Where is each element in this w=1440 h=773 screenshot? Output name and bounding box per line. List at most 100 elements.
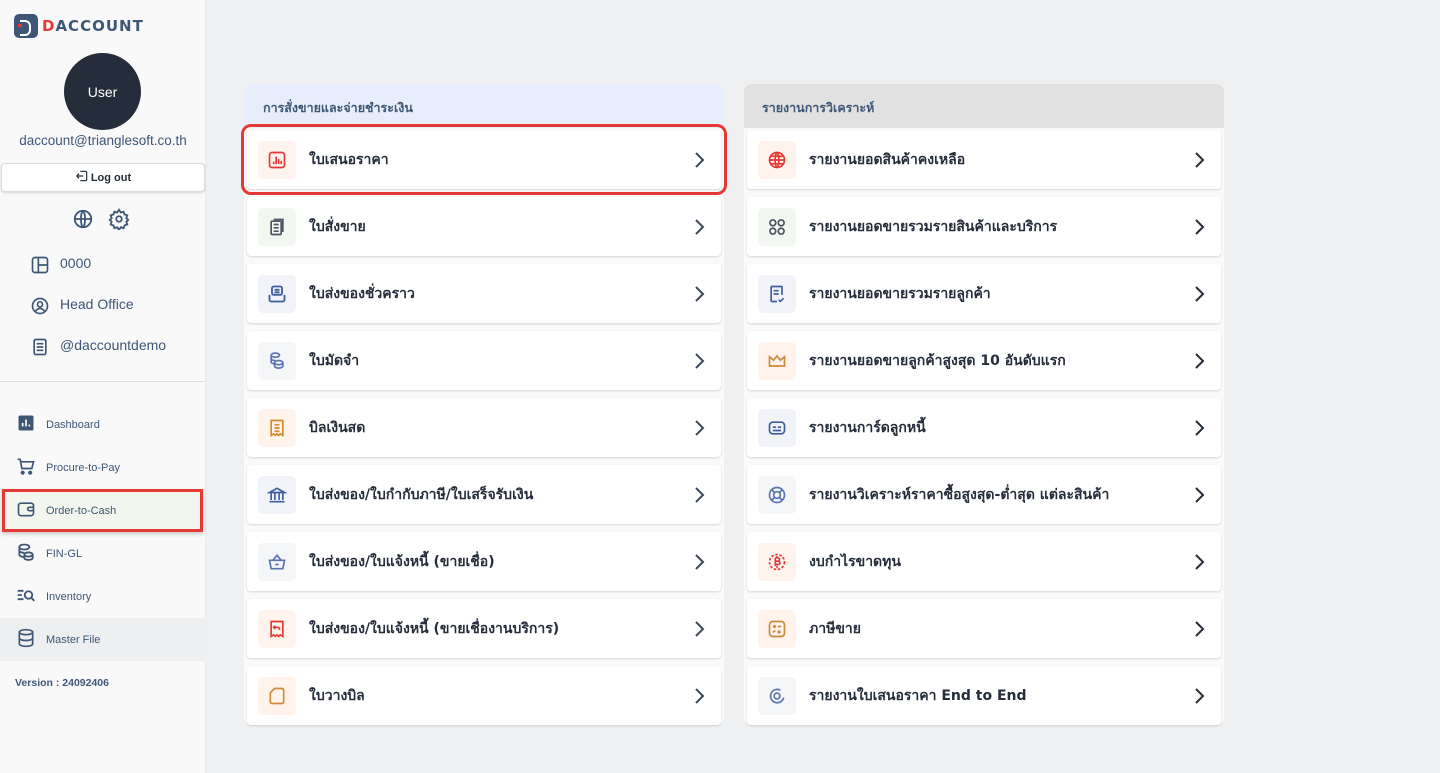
panel-title: การสั่งขายและจ่ายชำระเงิน — [244, 84, 724, 128]
sidebar: DACCOUNT User daccount@trianglesoft.co.t… — [0, 0, 206, 773]
card-label: ใบเสนอราคา — [309, 151, 389, 168]
inbox-icon — [258, 274, 296, 313]
card-label: ภาษีขาย — [809, 620, 861, 637]
documents-icon — [258, 207, 296, 246]
chevron-right-icon — [695, 486, 705, 503]
layout-icon — [30, 255, 50, 278]
globe-icon — [758, 140, 796, 179]
menu-card-service-credit-invoice[interactable]: ใบส่งของ/ใบแจ้งหนี้ (ขายเชื่องานบริการ) — [247, 599, 721, 658]
logo-text: DACCOUNT — [42, 17, 144, 35]
menu-card-billing-note[interactable]: ใบวางบิล — [247, 666, 721, 725]
company-code[interactable]: 0000 — [30, 255, 166, 296]
card-label: รายงานใบเสนอราคา End to End — [809, 687, 1027, 704]
nav-item-order-to-cash[interactable]: Order-to-Cash — [2, 489, 203, 532]
logo[interactable]: DACCOUNT — [14, 14, 144, 38]
card-label: รายงานยอดขายลูกค้าสูงสุด 10 อันดับแรก — [809, 352, 1066, 369]
chevron-right-icon — [1195, 620, 1205, 637]
version-label: Version : 24092406 — [15, 677, 109, 689]
chevron-right-icon — [695, 352, 705, 369]
cart-icon — [16, 456, 36, 479]
document-icon — [30, 337, 50, 360]
sales-panel: การสั่งขายและจ่ายชำระเงิน ใบเสนอราคา ใบส… — [241, 84, 727, 733]
calculator-icon — [758, 609, 796, 648]
menu-card-quotation-e2e-report[interactable]: รายงานใบเสนอราคา End to End — [747, 666, 1221, 725]
menu-card-tax-invoice-receipt[interactable]: ใบส่งของ/ใบกำกับภาษี/ใบเสร็จรับเงิน — [247, 465, 721, 524]
menu-card-sales-order[interactable]: ใบสั่งขาย — [247, 197, 721, 256]
card-outline-icon — [258, 676, 296, 715]
chevron-right-icon — [1195, 687, 1205, 704]
chevron-right-icon — [695, 151, 705, 168]
chevron-right-icon — [695, 687, 705, 704]
basket-icon — [258, 542, 296, 581]
card-label: งบกำไรขาดทุน — [809, 553, 901, 570]
lifebuoy-icon — [758, 475, 796, 514]
logo-mark-icon — [14, 14, 38, 38]
chevron-right-icon — [695, 620, 705, 637]
settings-gear-icon[interactable] — [108, 208, 130, 230]
panel-title: รายงานการวิเคราะห์ — [744, 84, 1224, 128]
nav-item-fin-gl[interactable]: FIN-GL — [0, 532, 206, 575]
user-email: daccount@trianglesoft.co.th — [19, 133, 187, 148]
card-label: รายงานยอดขายรวมรายสินค้าและบริการ — [809, 218, 1058, 235]
chevron-right-icon — [1195, 218, 1205, 235]
card-label: รายงานวิเคราะห์ราคาซื้อสูงสุด-ต่ำสุด แต่… — [809, 486, 1110, 503]
wallet-icon — [16, 499, 36, 522]
menu-card-deposit[interactable]: ใบมัดจำ — [247, 331, 721, 390]
grid-circles-icon — [758, 207, 796, 246]
sidebar-divider — [0, 381, 206, 382]
chevron-right-icon — [695, 285, 705, 302]
card-label: ใบส่งของ/ใบกำกับภาษี/ใบเสร็จรับเงิน — [309, 486, 534, 503]
card-label: รายงานการ์ดลูกหนี้ — [809, 419, 926, 436]
card-icon — [758, 408, 796, 447]
menu-card-debtor-card-report[interactable]: รายงานการ์ดลูกหนี้ — [747, 398, 1221, 457]
branch[interactable]: Head Office — [30, 296, 166, 337]
card-label: รายงานยอดสินค้าคงเหลือ — [809, 151, 966, 168]
coins-icon — [258, 341, 296, 380]
card-label: บิลเงินสด — [309, 419, 366, 436]
menu-card-temp-delivery[interactable]: ใบส่งของชั่วคราว — [247, 264, 721, 323]
menu-card-cash-bill[interactable]: บิลเงินสด — [247, 398, 721, 457]
reports-panel: รายงานการวิเคราะห์ รายงานยอดสินค้าคงเหลื… — [744, 84, 1224, 733]
chevron-right-icon — [695, 419, 705, 436]
menu-card-inventory-balance-report[interactable]: รายงานยอดสินค้าคงเหลือ — [747, 130, 1221, 189]
chevron-right-icon — [1195, 486, 1205, 503]
menu-card-sales-by-customer-report[interactable]: รายงานยอดขายรวมรายลูกค้า — [747, 264, 1221, 323]
card-label: ใบส่งของ/ใบแจ้งหนี้ (ขายเชื่อ) — [309, 553, 495, 570]
bitcoin-icon — [758, 542, 796, 581]
nav-item-master-file[interactable]: Master File — [0, 618, 206, 661]
chevron-right-icon — [1195, 553, 1205, 570]
chevron-right-icon — [1195, 285, 1205, 302]
user-circle-icon — [30, 296, 50, 319]
chevron-right-icon — [1195, 419, 1205, 436]
logout-icon — [75, 169, 89, 186]
chevron-right-icon — [1195, 352, 1205, 369]
logout-button[interactable]: Log out — [1, 163, 205, 192]
nav-item-procure-to-pay[interactable]: Procure-to-Pay — [0, 446, 206, 489]
menu-card-quotation[interactable]: ใบเสนอราคา — [241, 124, 727, 195]
chart-bar-icon — [16, 413, 36, 436]
card-label: ใบมัดจำ — [309, 352, 360, 369]
card-label: ใบวางบิล — [309, 687, 365, 704]
coins-icon — [16, 542, 36, 565]
menu-card-credit-invoice[interactable]: ใบส่งของ/ใบแจ้งหนี้ (ขายเชื่อ) — [247, 532, 721, 591]
globe-icon[interactable] — [72, 208, 94, 230]
chart-report-icon — [258, 140, 296, 179]
bank-icon — [258, 475, 296, 514]
card-label: ใบส่งของชั่วคราว — [309, 285, 415, 302]
crown-icon — [758, 341, 796, 380]
account[interactable]: @daccountdemo — [30, 337, 166, 378]
chevron-right-icon — [695, 218, 705, 235]
logout-label: Log out — [90, 171, 132, 184]
menu-card-price-analysis-report[interactable]: รายงานวิเคราะห์ราคาซื้อสูงสุด-ต่ำสุด แต่… — [747, 465, 1221, 524]
nav-item-inventory[interactable]: Inventory — [0, 575, 206, 618]
menu-card-top10-customers-report[interactable]: รายงานยอดขายลูกค้าสูงสุด 10 อันดับแรก — [747, 331, 1221, 390]
checklist-icon — [758, 274, 796, 313]
database-icon — [16, 628, 36, 651]
menu-card-sales-by-product-report[interactable]: รายงานยอดขายรวมรายสินค้าและบริการ — [747, 197, 1221, 256]
avatar[interactable]: User — [64, 53, 141, 130]
chevron-right-icon — [1195, 151, 1205, 168]
menu-card-sales-tax[interactable]: ภาษีขาย — [747, 599, 1221, 658]
card-label: รายงานยอดขายรวมรายลูกค้า — [809, 285, 991, 302]
nav-item-dashboard[interactable]: Dashboard — [0, 403, 206, 446]
menu-card-profit-loss[interactable]: งบกำไรขาดทุน — [747, 532, 1221, 591]
